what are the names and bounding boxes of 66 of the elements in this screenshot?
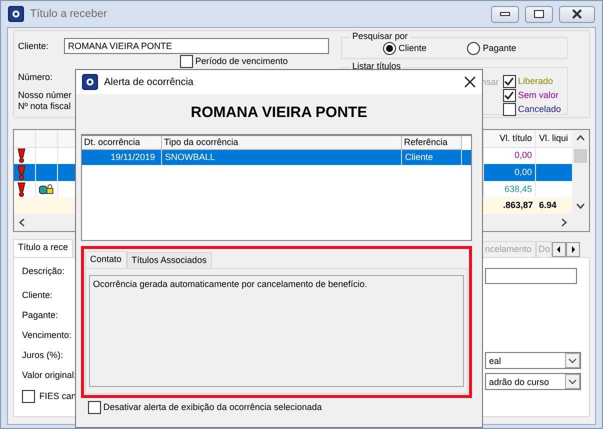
column-header[interactable]: Vl. liqui: [539, 132, 568, 144]
dropdown[interactable]: eal: [485, 352, 581, 369]
total-value: .863,87: [502, 200, 533, 212]
tab[interactable]: Títulos Associados: [126, 252, 212, 268]
close-icon[interactable]: [464, 76, 476, 88]
client-input[interactable]: ROMANA VIEIRA PONTE: [64, 38, 329, 54]
table-cell: 638,45: [504, 184, 532, 195]
table-cell: 19/11/2019: [110, 152, 155, 163]
client-name: ROMANA VIEIRA PONTE: [190, 104, 368, 122]
minimize-icon: [500, 12, 510, 16]
checkbox[interactable]: [502, 103, 516, 116]
radio-button[interactable]: [383, 42, 396, 55]
field-label: Valor original:: [22, 370, 76, 381]
field-label: Vencimento:: [22, 330, 72, 341]
radio-label: Pagante: [482, 43, 516, 54]
radio-button[interactable]: [467, 42, 480, 55]
checkbox[interactable]: [180, 55, 193, 68]
column-header[interactable]: Dt. ocorrência: [82, 136, 162, 150]
checkbox[interactable]: [502, 89, 516, 102]
message-box[interactable]: Ocorrência gerada automaticamente por cancelamento de benefício.: [89, 275, 464, 387]
column-header[interactable]: Referência: [402, 136, 462, 150]
checkbox[interactable]: [88, 401, 101, 414]
field-label: Pagante:: [22, 310, 58, 321]
text-input[interactable]: [485, 268, 577, 284]
chevron-down-icon: [565, 374, 580, 389]
checkbox[interactable]: [502, 75, 516, 88]
checkbox-label: Cancelado: [518, 104, 561, 115]
dialog-title: Alerta de ocorrência: [104, 76, 194, 88]
table-cell: 0,00: [514, 150, 532, 162]
checkbox-label: Liberado: [518, 76, 553, 87]
group-title: Pesquisar por: [350, 31, 410, 42]
maximize-button[interactable]: [525, 6, 553, 22]
dropdown[interactable]: adrão do curso: [485, 373, 581, 390]
field-label: Número:: [18, 72, 53, 83]
field-label: Cliente:: [22, 290, 53, 301]
total-value: 6.94: [539, 200, 557, 212]
table-row[interactable]: 19/11/2019 SNOWBALL Cliente: [82, 150, 471, 165]
window-title: Título a receber: [30, 8, 108, 20]
tab-right-icon[interactable]: [566, 242, 580, 257]
field-label: Descrição:: [22, 266, 65, 277]
checkbox-label: Desativar alerta de exibição da ocorrência selecionada: [103, 402, 322, 413]
scrollbar-thumb[interactable]: [574, 149, 587, 163]
tab-left-icon[interactable]: [552, 242, 566, 257]
tab[interactable]: Título a rece: [13, 239, 74, 257]
field-label: Juros (%):: [22, 350, 64, 361]
field-label: Nº nota fiscal: [18, 101, 71, 112]
field-label: Nosso númer: [18, 90, 72, 101]
message-text: Ocorrência gerada automaticamente por cancelamento de benefício.: [93, 279, 368, 289]
app-icon: [82, 74, 98, 90]
close-icon: [571, 9, 583, 19]
checkbox[interactable]: [22, 390, 35, 403]
table-cell: SNOWBALL: [165, 152, 216, 163]
table-cell: Cliente: [405, 152, 434, 163]
radio-label: Cliente: [398, 43, 426, 54]
chevron-down-icon: [565, 353, 580, 368]
minimize-button[interactable]: [491, 6, 519, 22]
maximize-icon: [534, 10, 544, 18]
table-cell: 0,00: [514, 166, 532, 178]
column-header[interactable]: Vl. título: [499, 132, 532, 144]
column-header[interactable]: Tipo da ocorrência: [162, 136, 402, 150]
close-button[interactable]: [559, 6, 595, 22]
field-label: Cliente:: [18, 40, 50, 52]
checkbox-label: Sem valor: [518, 90, 558, 101]
app-icon: [8, 6, 24, 22]
checkbox-label: Período de vencimento: [195, 56, 288, 67]
tab[interactable]: Contato: [85, 251, 127, 268]
